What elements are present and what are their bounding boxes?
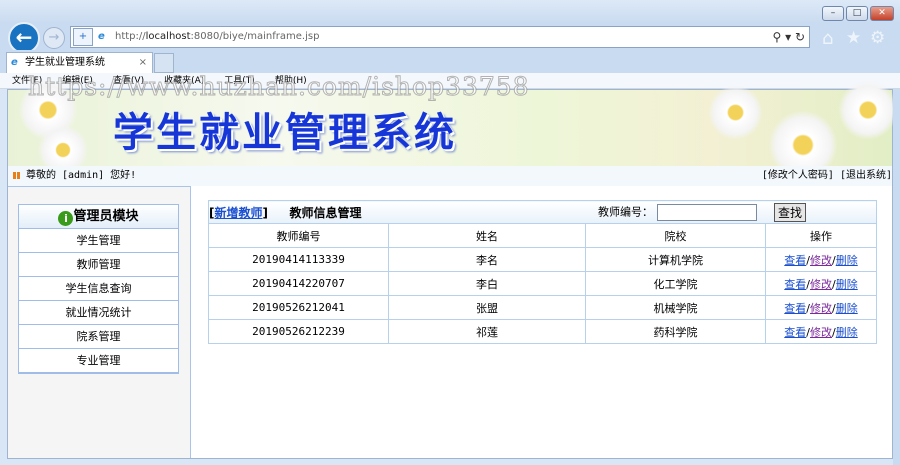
sidebar-item-teacher-management[interactable]: 教师管理	[19, 253, 178, 277]
new-tab-button[interactable]	[154, 53, 174, 73]
teacher-id: 20190526212041	[208, 295, 389, 320]
menu-help[interactable]: 帮助(H)	[275, 76, 307, 86]
teacher-name: 李白	[388, 271, 586, 296]
table-header-row: 教师编号 姓名 院校 操作	[208, 223, 877, 248]
banner: 学生就业管理系统	[8, 80, 898, 180]
sidebar-item-department-management[interactable]: 院系管理	[19, 325, 178, 349]
sidebar: i 管理员模块 学生管理 教师管理 学生信息查询 就业情况统计 院系管理 专业管理	[8, 186, 191, 458]
teacher-id-search-input[interactable]	[656, 204, 757, 221]
edit-link[interactable]: 修改	[810, 302, 832, 315]
home-icon[interactable]: ⌂	[822, 28, 833, 49]
menu-edit[interactable]: 编辑(E)	[62, 76, 93, 86]
forward-button[interactable]: →	[43, 27, 65, 49]
edit-link[interactable]: 修改	[810, 254, 832, 267]
edit-link[interactable]: 修改	[810, 326, 832, 339]
admin-menu-title: 管理员模块	[73, 209, 139, 224]
teacher-college: 计算机学院	[585, 247, 766, 272]
teacher-name: 张盟	[388, 295, 586, 320]
view-link[interactable]: 查看	[784, 278, 806, 291]
teacher-college: 药科学院	[585, 319, 766, 344]
row-actions: 查看/修改/删除	[765, 295, 877, 320]
table-row: 20190414220707 李白 化工学院 查看/修改/删除	[208, 271, 877, 296]
delete-link[interactable]: 删除	[836, 302, 858, 315]
greeting-text: 尊敬的 [admin] 您好!	[26, 170, 137, 181]
page-content: 学生就业管理系统 尊敬的 [admin] 您好! [修改个人密码] [退出系统]…	[7, 80, 898, 459]
search-button[interactable]: 查找	[774, 203, 807, 222]
admin-menu: i 管理员模块 学生管理 教师管理 学生信息查询 就业情况统计 院系管理 专业管理	[18, 204, 179, 374]
row-actions: 查看/修改/删除	[765, 247, 877, 272]
column-header: 教师编号	[208, 223, 389, 248]
menu-tools[interactable]: 工具(T)	[224, 76, 255, 86]
browser-tab[interactable]: e 学生就业管理系统 ×	[6, 52, 153, 73]
teacher-name: 李名	[388, 247, 586, 272]
sidebar-item-major-management[interactable]: 专业管理	[19, 349, 178, 373]
menu-bar: 文件(F) 编辑(E) 查看(V) 收藏夹(A) 工具(T) 帮助(H)	[0, 73, 900, 89]
shield-icon[interactable]: +	[73, 28, 93, 46]
address-bar[interactable]: + e http://localhost:8080/biye/mainframe…	[70, 26, 810, 48]
teacher-college: 机械学院	[585, 295, 766, 320]
view-link[interactable]: 查看	[784, 302, 806, 315]
favorites-star-icon[interactable]: ★	[846, 28, 861, 48]
table-row: 20190526212239 祁莲 药科学院 查看/修改/删除	[208, 319, 877, 344]
sidebar-item-employment-stats[interactable]: 就业情况统计	[19, 301, 178, 325]
ie-icon: e	[11, 57, 18, 68]
close-tab-icon[interactable]: ×	[139, 53, 147, 73]
ie-icon: e	[98, 31, 105, 42]
scrollbar[interactable]	[893, 89, 900, 465]
teacher-college: 化工学院	[585, 271, 766, 296]
tab-title: 学生就业管理系统	[25, 57, 105, 68]
greeting-bar: 尊敬的 [admin] 您好! [修改个人密码] [退出系统]	[8, 166, 892, 186]
bullet-icon	[13, 171, 20, 179]
view-link[interactable]: 查看	[784, 254, 806, 267]
edit-link[interactable]: 修改	[810, 278, 832, 291]
teacher-id: 20190526212239	[208, 319, 389, 344]
delete-link[interactable]: 删除	[836, 254, 858, 267]
logout-link[interactable]: [退出系统]	[840, 170, 892, 181]
row-actions: 查看/修改/删除	[765, 319, 877, 344]
gear-icon[interactable]: ⚙	[870, 28, 885, 48]
sidebar-item-student-management[interactable]: 学生管理	[19, 229, 178, 253]
add-teacher-link[interactable]: 新增教师	[214, 206, 262, 220]
admin-menu-header: i 管理员模块	[19, 205, 178, 229]
row-actions: 查看/修改/删除	[765, 271, 877, 296]
menu-view[interactable]: 查看(V)	[113, 76, 144, 86]
close-window-button[interactable]: ✕	[870, 6, 894, 21]
menu-favorites[interactable]: 收藏夹(A)	[164, 76, 204, 86]
delete-link[interactable]: 删除	[836, 278, 858, 291]
url-host: localhost	[145, 31, 191, 42]
teacher-id: 20190414113339	[208, 247, 389, 272]
search-refresh-icons[interactable]: ⚲ ▾ ↻	[773, 27, 806, 47]
url-prefix: http://	[115, 31, 146, 42]
sidebar-item-student-query[interactable]: 学生信息查询	[19, 277, 178, 301]
teacher-name: 祁莲	[388, 319, 586, 344]
minimize-button[interactable]: –	[822, 6, 844, 21]
system-title: 学生就业管理系统	[113, 109, 457, 156]
url-path: :8080/biye/mainframe.jsp	[190, 31, 320, 42]
info-icon: i	[58, 211, 74, 226]
maximize-button[interactable]: □	[846, 6, 868, 21]
table-row: 20190414113339 李名 计算机学院 查看/修改/删除	[208, 247, 877, 272]
column-header: 操作	[765, 223, 877, 248]
view-link[interactable]: 查看	[784, 326, 806, 339]
table-row: 20190526212041 张盟 机械学院 查看/修改/删除	[208, 295, 877, 320]
delete-link[interactable]: 删除	[836, 326, 858, 339]
teacher-id: 20190414220707	[208, 271, 389, 296]
column-header: 姓名	[388, 223, 586, 248]
search-label: 教师编号：	[598, 205, 653, 219]
teacher-panel: [新增教师] 教师信息管理 教师编号： 查找 教师编号 姓名 院校 操作 201…	[208, 200, 877, 344]
change-password-link[interactable]: [修改个人密码]	[762, 170, 834, 181]
section-title: 教师信息管理	[289, 205, 362, 220]
window-titlebar	[0, 0, 900, 24]
teacher-table: [新增教师] 教师信息管理 教师编号： 查找 教师编号 姓名 院校 操作 201…	[208, 200, 877, 344]
column-header: 院校	[585, 223, 766, 248]
